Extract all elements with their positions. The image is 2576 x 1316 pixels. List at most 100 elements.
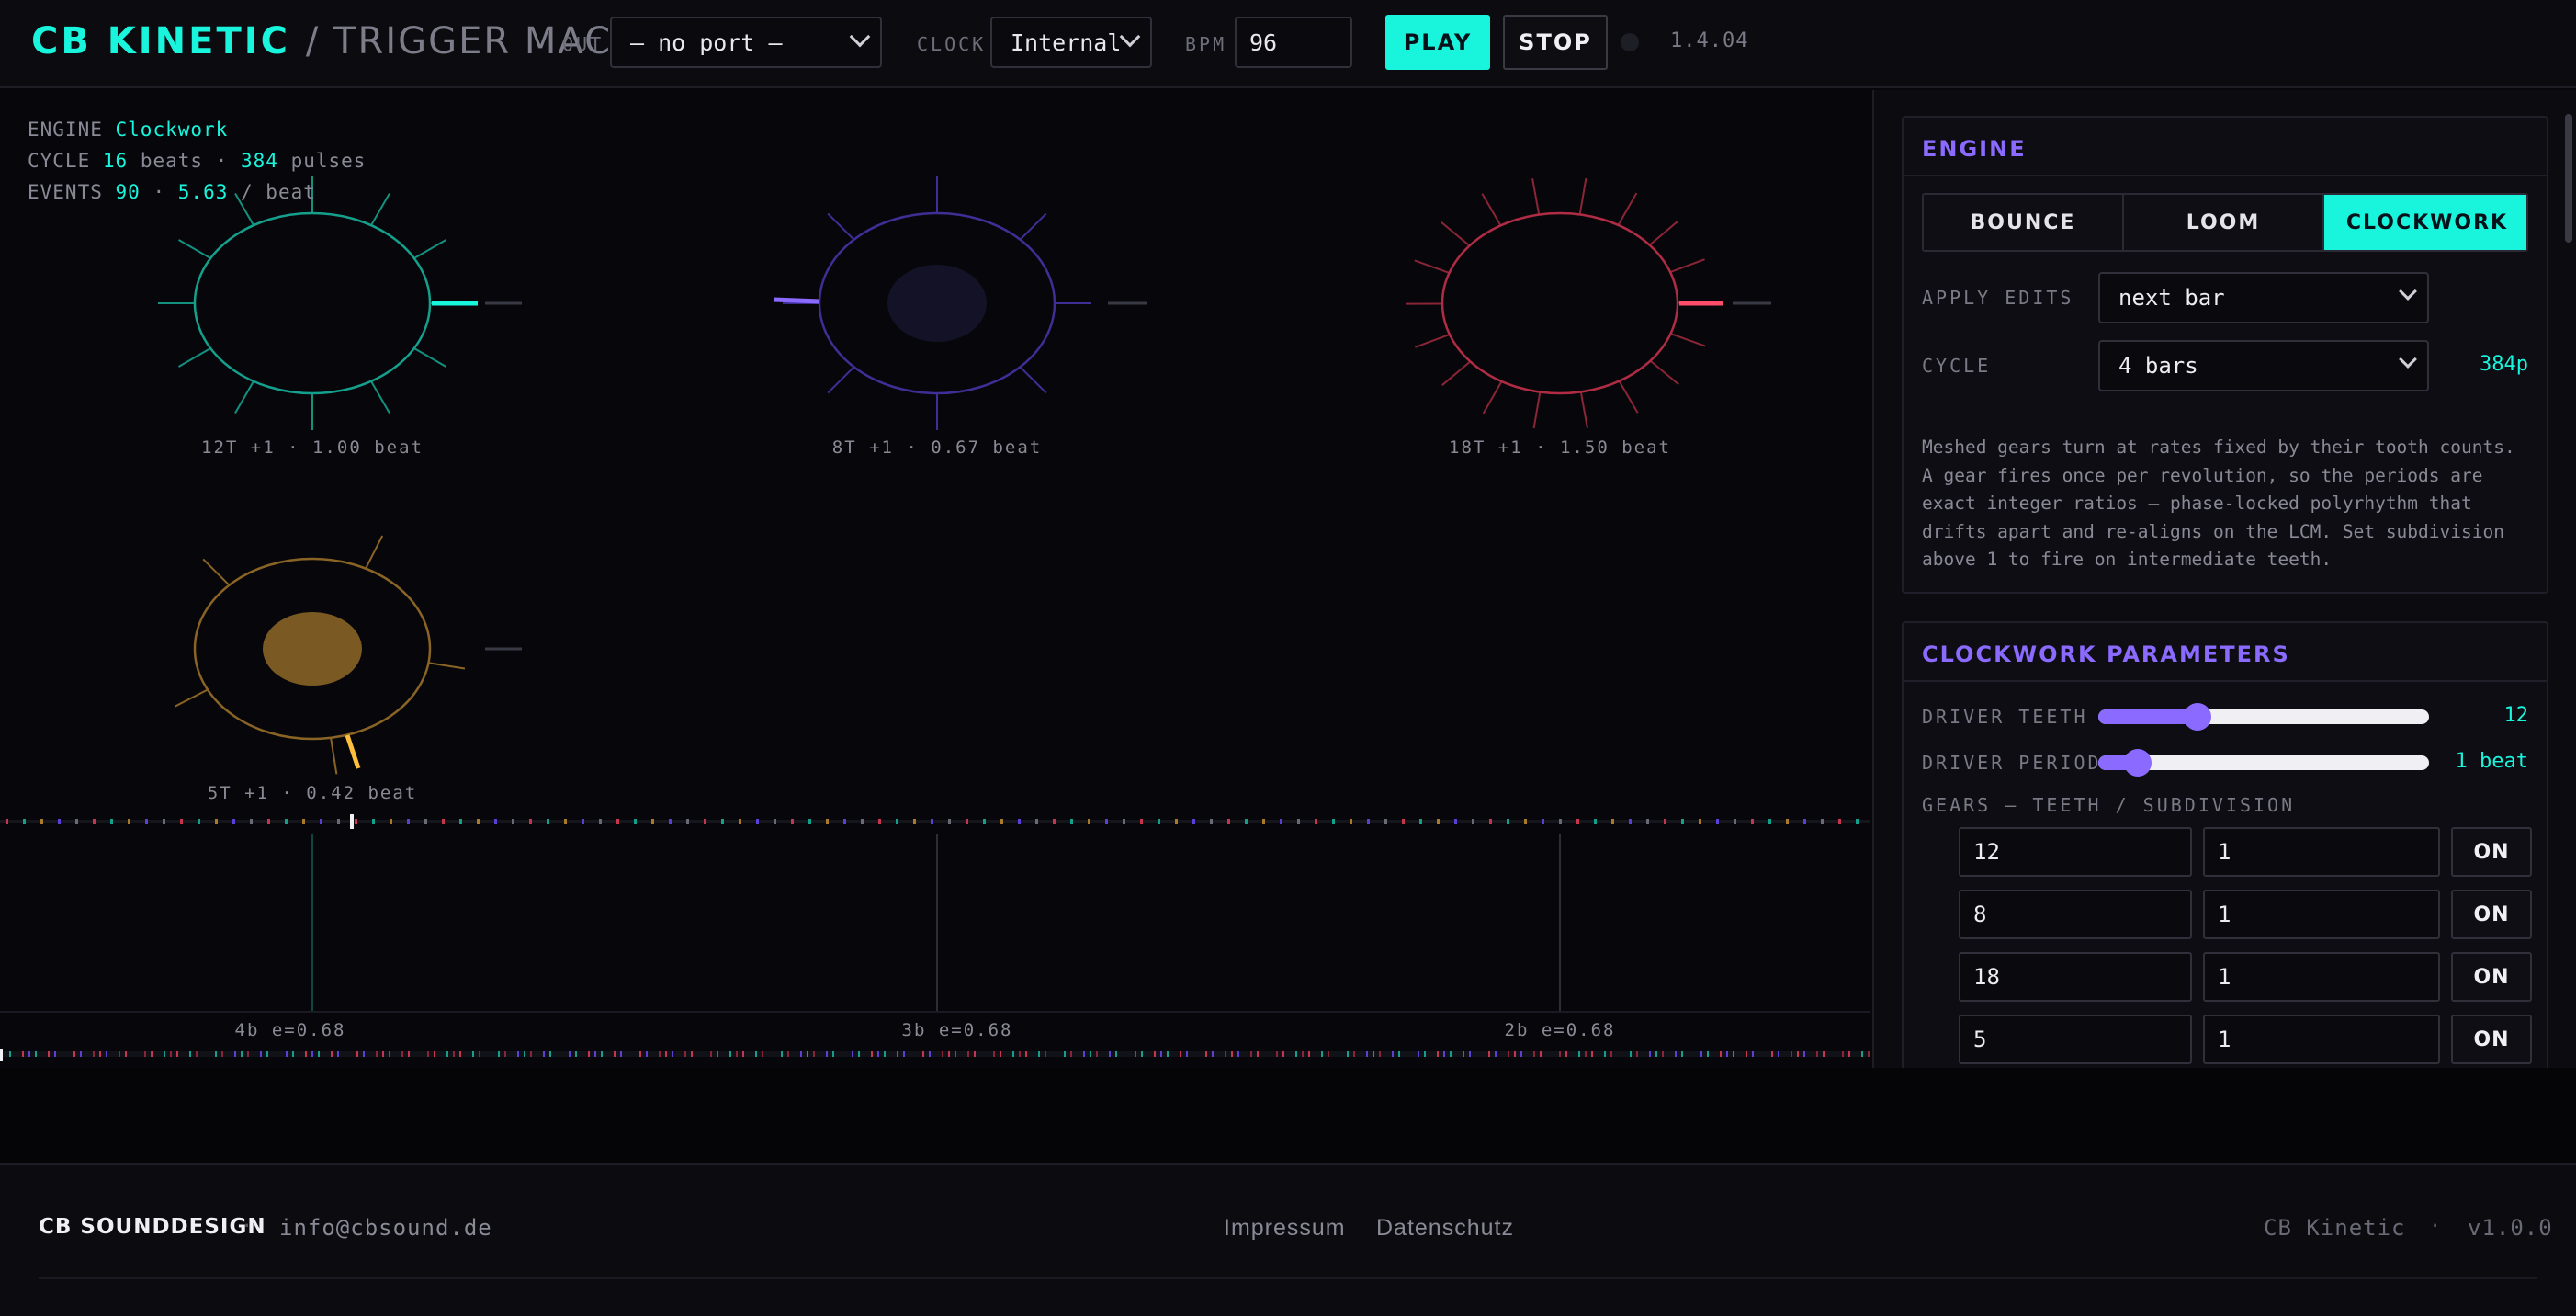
g1-teeth-tooth bbox=[370, 192, 390, 226]
gear-toggle-button[interactable]: ON bbox=[2451, 952, 2532, 1002]
panel-scrollbar[interactable] bbox=[2565, 114, 2572, 243]
mode-bounce-button[interactable]: BOUNCE bbox=[1924, 195, 2124, 250]
lane-tick bbox=[363, 1051, 365, 1057]
lane-tick bbox=[1463, 1051, 1464, 1057]
gear-toggle-button[interactable]: ON bbox=[2451, 1015, 2532, 1064]
lane-tick bbox=[1675, 1051, 1677, 1057]
lane-tick bbox=[877, 1051, 879, 1057]
lane-tick bbox=[9, 1051, 11, 1057]
g3-teeth-tooth bbox=[1531, 178, 1541, 215]
lane-tick bbox=[710, 1051, 712, 1057]
lane-tick bbox=[871, 1051, 873, 1057]
timeline-tick bbox=[442, 819, 445, 824]
lane-tick bbox=[691, 1051, 693, 1057]
timeline-tick bbox=[948, 819, 951, 824]
mode-clockwork-button[interactable]: CLOCKWORK bbox=[2324, 195, 2526, 250]
g4-teeth-tooth bbox=[174, 688, 209, 708]
g3-teeth-tooth bbox=[1481, 193, 1502, 226]
timeline-tick bbox=[1053, 819, 1056, 824]
driver-teeth-slider[interactable] bbox=[2098, 703, 2429, 731]
gear-toggle-button[interactable]: ON bbox=[2451, 890, 2532, 939]
lane-tick bbox=[1025, 1051, 1027, 1057]
g1-teeth-tooth bbox=[234, 380, 254, 414]
gear-label-5t: 5T +1 · 0.42 beat bbox=[207, 783, 418, 803]
g3-teeth-tooth bbox=[1532, 391, 1542, 429]
lane-tick bbox=[787, 1051, 789, 1057]
gear-subdivision-input[interactable]: 1 bbox=[2203, 952, 2440, 1002]
gear-subdivision-input[interactable]: 1 bbox=[2203, 890, 2440, 939]
info-events-unit: / beat bbox=[241, 181, 316, 203]
stop-button[interactable]: STOP bbox=[1503, 15, 1608, 70]
cycle-pulses: 384p bbox=[2480, 353, 2528, 376]
timeline-tick bbox=[774, 819, 776, 824]
g3-teeth-tooth bbox=[1617, 192, 1638, 226]
lane-tick bbox=[1700, 1051, 1702, 1057]
timeline-tick bbox=[913, 819, 916, 824]
footer-email-link[interactable]: info@cbsound.de bbox=[279, 1215, 492, 1241]
gear-teeth-input[interactable]: 12 bbox=[1959, 827, 2192, 877]
lane-tick bbox=[48, 1051, 50, 1057]
timeline-tick bbox=[1402, 819, 1405, 824]
info-cycle-pulses: 384 bbox=[241, 150, 278, 172]
g3-teeth-tooth bbox=[1414, 259, 1450, 274]
out-label: OUT bbox=[562, 33, 604, 55]
engine-description: Meshed gears turn at rates fixed by thei… bbox=[1922, 437, 2515, 570]
gear-subdivision-input[interactable]: 1 bbox=[2203, 1015, 2440, 1064]
clock-select[interactable]: Internal bbox=[990, 17, 1152, 68]
gear-teeth-input[interactable]: 18 bbox=[1959, 952, 2192, 1002]
apply-edits-select[interactable]: next bar bbox=[2098, 272, 2429, 323]
lane-tick bbox=[1398, 1051, 1400, 1057]
g4-teeth-tooth bbox=[365, 535, 384, 570]
lane-tick bbox=[665, 1051, 667, 1057]
footer-datenschutz-link[interactable]: Datenschutz bbox=[1376, 1215, 1514, 1242]
g1-teeth-tooth bbox=[178, 347, 211, 368]
lane-tick bbox=[1186, 1051, 1188, 1057]
gear-teeth-input[interactable]: 5 bbox=[1959, 1015, 2192, 1064]
chevron-down-icon bbox=[1119, 26, 1141, 48]
gear-subdivision-input[interactable]: 1 bbox=[2203, 827, 2440, 877]
lane-tick bbox=[729, 1051, 731, 1057]
clockwork-parameters-card: CLOCKWORK PARAMETERS DRIVER TEETH 12 DRI… bbox=[1902, 621, 2548, 1068]
cycle-select[interactable]: 4 bars bbox=[2098, 340, 2429, 391]
lane-tick bbox=[1000, 1051, 1001, 1057]
lane-tick bbox=[1308, 1051, 1310, 1057]
timeline-tick bbox=[1192, 819, 1195, 824]
timeline-tick bbox=[215, 819, 218, 824]
driver-teeth-thumb[interactable] bbox=[2184, 703, 2211, 731]
lane-tick bbox=[530, 1051, 532, 1057]
lane-tick bbox=[408, 1051, 410, 1057]
gear-toggle-button[interactable]: ON bbox=[2451, 827, 2532, 877]
gear-teeth-input[interactable]: 8 bbox=[1959, 890, 2192, 939]
timeline-tick bbox=[1611, 819, 1614, 824]
event-timeline[interactable] bbox=[0, 814, 1870, 829]
timeline-tick bbox=[320, 819, 322, 824]
timeline-tick bbox=[1542, 819, 1544, 824]
g2-teeth-tooth bbox=[827, 366, 855, 394]
footer-brand: CB SOUNDDESIGN bbox=[39, 1215, 266, 1239]
lane-tick bbox=[1662, 1051, 1664, 1057]
lane-tick bbox=[575, 1051, 577, 1057]
driver-period-slider[interactable] bbox=[2098, 749, 2429, 777]
timeline-tick bbox=[861, 819, 864, 824]
lane-tick bbox=[1115, 1051, 1117, 1057]
driver-period-thumb[interactable] bbox=[2124, 749, 2152, 777]
timeline-tick bbox=[1524, 819, 1527, 824]
footer-impressum-link[interactable]: Impressum bbox=[1224, 1215, 1346, 1242]
lane-tick bbox=[736, 1051, 738, 1057]
play-button[interactable]: PLAY bbox=[1385, 15, 1490, 70]
lane-tick bbox=[948, 1051, 950, 1057]
mode-loom-button[interactable]: LOOM bbox=[2124, 195, 2324, 250]
lane-tick bbox=[826, 1051, 828, 1057]
lane-tick bbox=[588, 1051, 590, 1057]
lane-tick bbox=[517, 1051, 519, 1057]
out-port-select[interactable]: — no port — bbox=[610, 17, 882, 68]
lane-tick bbox=[974, 1051, 976, 1057]
bpm-input[interactable]: 96 bbox=[1235, 17, 1352, 68]
driver-teeth-label: DRIVER TEETH bbox=[1922, 706, 2088, 728]
timeline-tick bbox=[163, 819, 165, 824]
info-cycle-beats-unit: beats · bbox=[140, 150, 229, 172]
brand-name: CB KINETIC bbox=[31, 20, 290, 62]
info-cycle-beats: 16 bbox=[102, 150, 129, 172]
gear-5t bbox=[174, 535, 522, 775]
lane-tick bbox=[1392, 1051, 1394, 1057]
